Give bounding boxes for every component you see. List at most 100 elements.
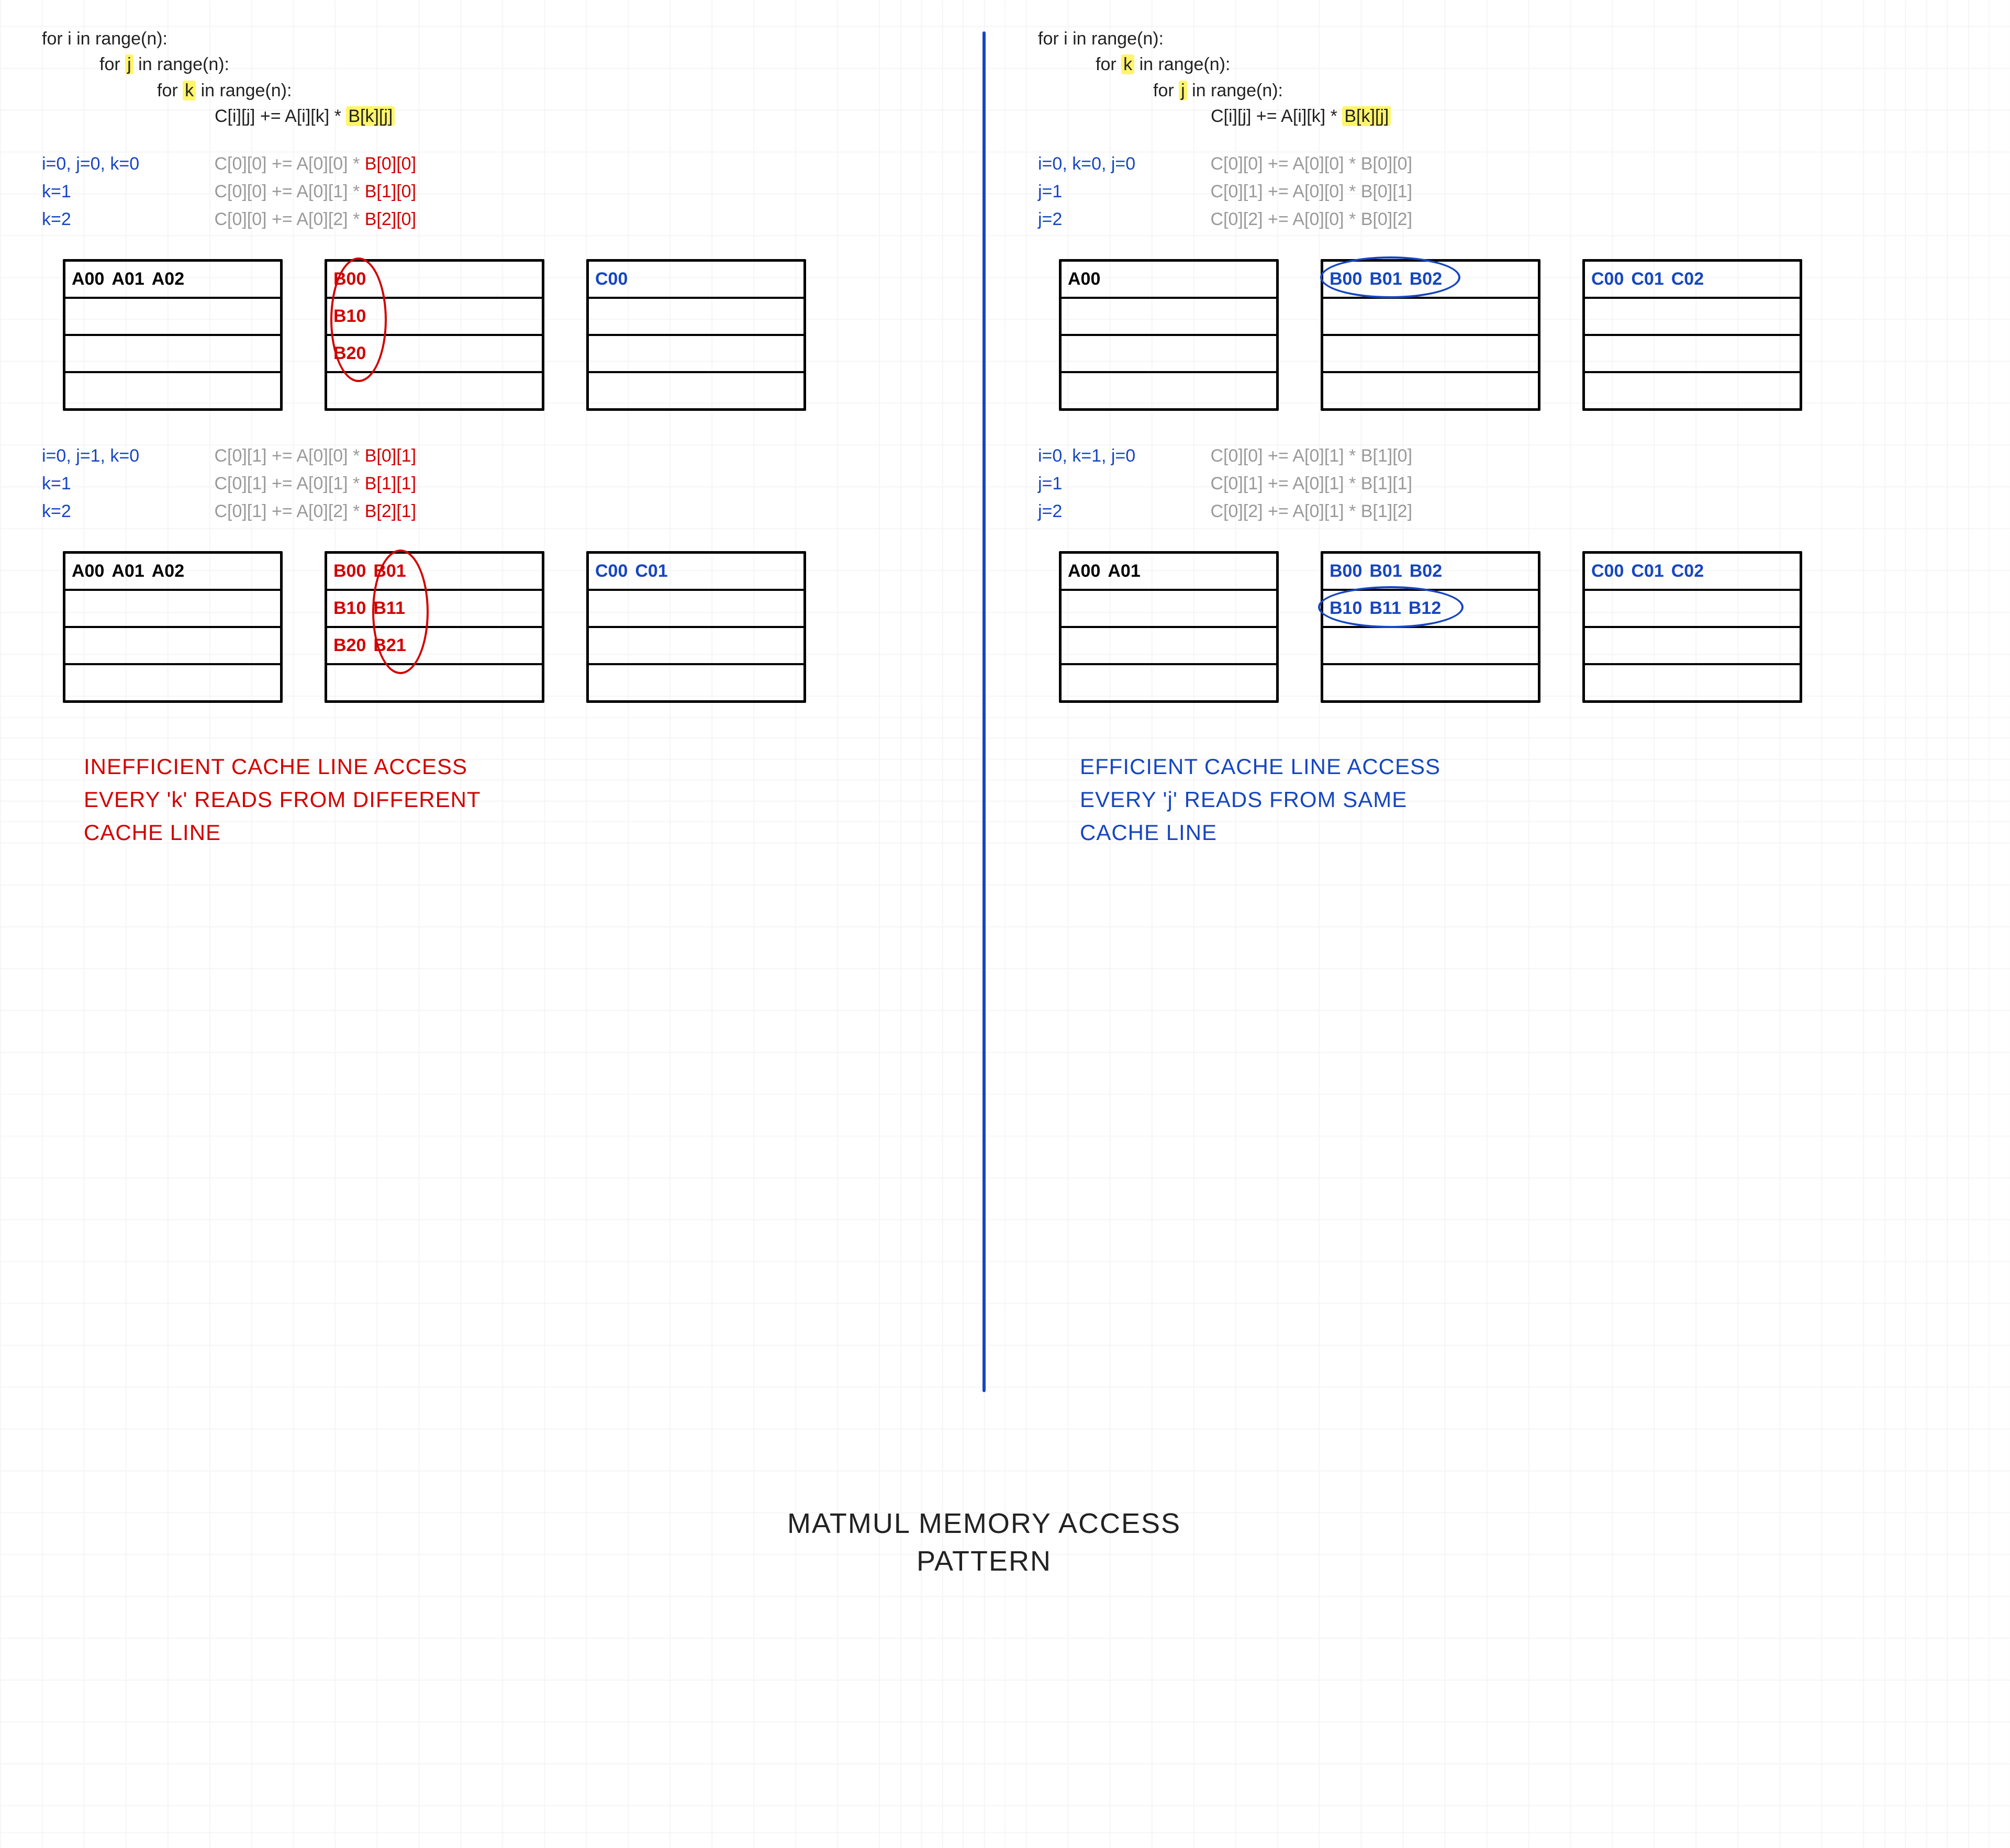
b-term: B[0][0] — [365, 154, 416, 174]
column-circle-icon — [372, 550, 429, 674]
right-matrices-1: A00 ... B00 B01 B02 ... — [1059, 259, 1947, 411]
right-conclusion: EFFICIENT CACHE LINE ACCESS EVERY 'j' RE… — [1080, 750, 1947, 849]
highlight-var: k — [183, 81, 196, 100]
left-conclusion: INEFFICIENT CACHE LINE ACCESS EVERY 'k' … — [84, 750, 951, 849]
matrix-row: A00 A01 — [1062, 554, 1276, 591]
expr: C[0][0] += A[0][1] * B[1][0] — [214, 178, 416, 206]
matrix-row: C00 C01 C02 — [1585, 554, 1800, 591]
concl-line: EVERY 'j' READS FROM SAME — [1080, 783, 1947, 816]
column-circle-icon — [330, 257, 387, 382]
matrix-row: A00 A01 A02 — [65, 262, 280, 299]
expr: C[0][0] += A[0][0] * B[0][0] — [214, 150, 416, 178]
matrix-row: C00 C01 C02 — [1585, 262, 1800, 299]
left-column: for i in range(n): for j in range(n): fo… — [21, 21, 951, 1392]
b-term: B[2][1] — [365, 501, 416, 521]
highlight-term: B[k][j] — [346, 106, 395, 126]
highlight-var: j — [1179, 81, 1187, 100]
matrix-row: B20B21 — [327, 628, 542, 665]
matrix-a: A00 ... — [1059, 259, 1279, 411]
iter-label: i=0, k=0, j=0 — [1038, 150, 1205, 178]
concl-line: EFFICIENT CACHE LINE ACCESS — [1080, 750, 1947, 783]
code-line: for k in range(n): — [1096, 52, 1947, 77]
left-code: for i in range(n): for j in range(n): fo… — [42, 26, 951, 129]
iter-label: j=2 — [1038, 498, 1205, 525]
concl-line: INEFFICIENT CACHE LINE ACCESS — [84, 750, 951, 783]
matrix-b: B00B01 B10B11 B20B21 . — [325, 551, 544, 703]
code-line: for j in range(n): — [1153, 78, 1947, 104]
trace-row: i=0, j=1, k=0 C[0][1] += A[0][0] * B[0][… — [42, 442, 951, 470]
highlight-var: j — [125, 54, 133, 74]
right-trace-2: i=0, k=1, j=0 C[0][0] += A[0][1] * B[1][… — [1038, 442, 1947, 525]
expr: C[0][2] += A[0][0] * B[0][2] — [1210, 206, 1412, 233]
highlight-term: B[k][j] — [1342, 106, 1391, 126]
iter-label: j=1 — [1038, 470, 1205, 498]
page: for i in range(n): for j in range(n): fo… — [21, 21, 1947, 1577]
trace-row: i=0, k=0, j=0 C[0][0] += A[0][0] * B[0][… — [1038, 150, 1947, 178]
b-term: B[1][0] — [365, 182, 416, 201]
title-line: MATMUL MEMORY ACCESS — [21, 1507, 1947, 1540]
code-line: for j in range(n): — [99, 52, 951, 77]
row-circle-icon — [1318, 586, 1464, 628]
matrix-b: B00 B01 B02 B10 B11 B12 .. — [1321, 551, 1540, 703]
code-line: C[i][j] += A[i][k] * B[k][j] — [1211, 104, 1947, 129]
right-code: for i in range(n): for k in range(n): fo… — [1038, 26, 1947, 129]
columns: for i in range(n): for j in range(n): fo… — [21, 21, 1947, 1392]
matrix-b: B00 B10 B20 . — [325, 259, 544, 411]
expr: C[0][1] += A[0][0] * B[0][1] — [1210, 178, 1412, 206]
matrix-row: B00B01 — [327, 554, 542, 591]
expr: C[0][1] += A[0][1] * B[1][1] — [214, 470, 416, 498]
iter-label: i=0, j=0, k=0 — [42, 150, 209, 178]
matrix-b: B00 B01 B02 ... — [1321, 259, 1540, 411]
matrix-row: B10B11 — [327, 591, 542, 628]
trace-row: k=1 C[0][0] += A[0][1] * B[1][0] — [42, 178, 951, 206]
right-matrices-2: A00 A01 ... B00 B01 B02 — [1059, 551, 1947, 703]
trace-row: k=2 C[0][1] += A[0][2] * B[2][1] — [42, 498, 951, 525]
concl-line: CACHE LINE — [1080, 816, 1947, 849]
trace-row: k=1 C[0][1] += A[0][1] * B[1][1] — [42, 470, 951, 498]
matrix-row: C00 — [589, 262, 803, 299]
b-term: B[2][0] — [365, 209, 416, 229]
matrix-row: A00 — [1062, 262, 1276, 299]
iter-label: i=0, j=1, k=0 — [42, 442, 209, 470]
concl-line: EVERY 'k' READS FROM DIFFERENT — [84, 783, 951, 816]
title-line: PATTERN — [21, 1545, 1947, 1577]
matrix-row: A00 A01 A02 — [65, 554, 280, 591]
vertical-divider — [982, 31, 986, 1392]
trace-row: i=0, k=1, j=0 C[0][0] += A[0][1] * B[1][… — [1038, 442, 1947, 470]
iter-label: k=2 — [42, 206, 209, 233]
matrix-row: C00C01 — [589, 554, 803, 591]
left-matrices-1: A00 A01 A02 ... B00 B10 B20 . — [63, 259, 951, 411]
code-line: C[i][j] += A[i][k] * B[k][j] — [215, 104, 951, 129]
matrix-c: C00C01 ... — [586, 551, 806, 703]
matrix-a: A00 A01 A02 ... — [63, 551, 283, 703]
matrix-a: A00 A01 ... — [1059, 551, 1279, 703]
matrix-c: C00 ... — [586, 259, 806, 411]
expr: C[0][2] += A[0][1] * B[1][2] — [1210, 498, 1412, 525]
expr: C[0][1] += A[0][1] * B[1][1] — [1210, 470, 1412, 498]
trace-row: k=2 C[0][0] += A[0][2] * B[2][0] — [42, 206, 951, 233]
code-line: for i in range(n): — [42, 26, 951, 52]
right-trace-1: i=0, k=0, j=0 C[0][0] += A[0][0] * B[0][… — [1038, 150, 1947, 233]
trace-row: j=2 C[0][2] += A[0][1] * B[1][2] — [1038, 498, 1947, 525]
row-circle-icon — [1320, 256, 1460, 298]
left-trace-2: i=0, j=1, k=0 C[0][1] += A[0][0] * B[0][… — [42, 442, 951, 525]
iter-label: k=1 — [42, 470, 209, 498]
iter-label: j=1 — [1038, 178, 1205, 206]
matrix-row: B00 B01 B02 — [1323, 554, 1538, 591]
left-trace-1: i=0, j=0, k=0 C[0][0] += A[0][0] * B[0][… — [42, 150, 951, 233]
b-term: B[0][1] — [365, 446, 416, 466]
iter-label: k=2 — [42, 498, 209, 525]
expr: C[0][0] += A[0][0] * B[0][0] — [1210, 150, 1412, 178]
matrix-c: C00 C01 C02 ... — [1582, 551, 1802, 703]
iter-label: j=2 — [1038, 206, 1205, 233]
matrix-a: A00 A01 A02 ... — [63, 259, 283, 411]
left-matrices-2: A00 A01 A02 ... B00B01 B10B — [63, 551, 951, 703]
concl-line: CACHE LINE — [84, 816, 951, 849]
page-title: MATMUL MEMORY ACCESS PATTERN — [21, 1507, 1947, 1577]
right-column: for i in range(n): for k in range(n): fo… — [1017, 21, 1947, 1392]
expr: C[0][1] += A[0][0] * B[0][1] — [214, 442, 416, 470]
expr: C[0][1] += A[0][2] * B[2][1] — [214, 498, 416, 525]
trace-row: j=1 C[0][1] += A[0][0] * B[0][1] — [1038, 178, 1947, 206]
iter-label: k=1 — [42, 178, 209, 206]
trace-row: j=2 C[0][2] += A[0][0] * B[0][2] — [1038, 206, 1947, 233]
